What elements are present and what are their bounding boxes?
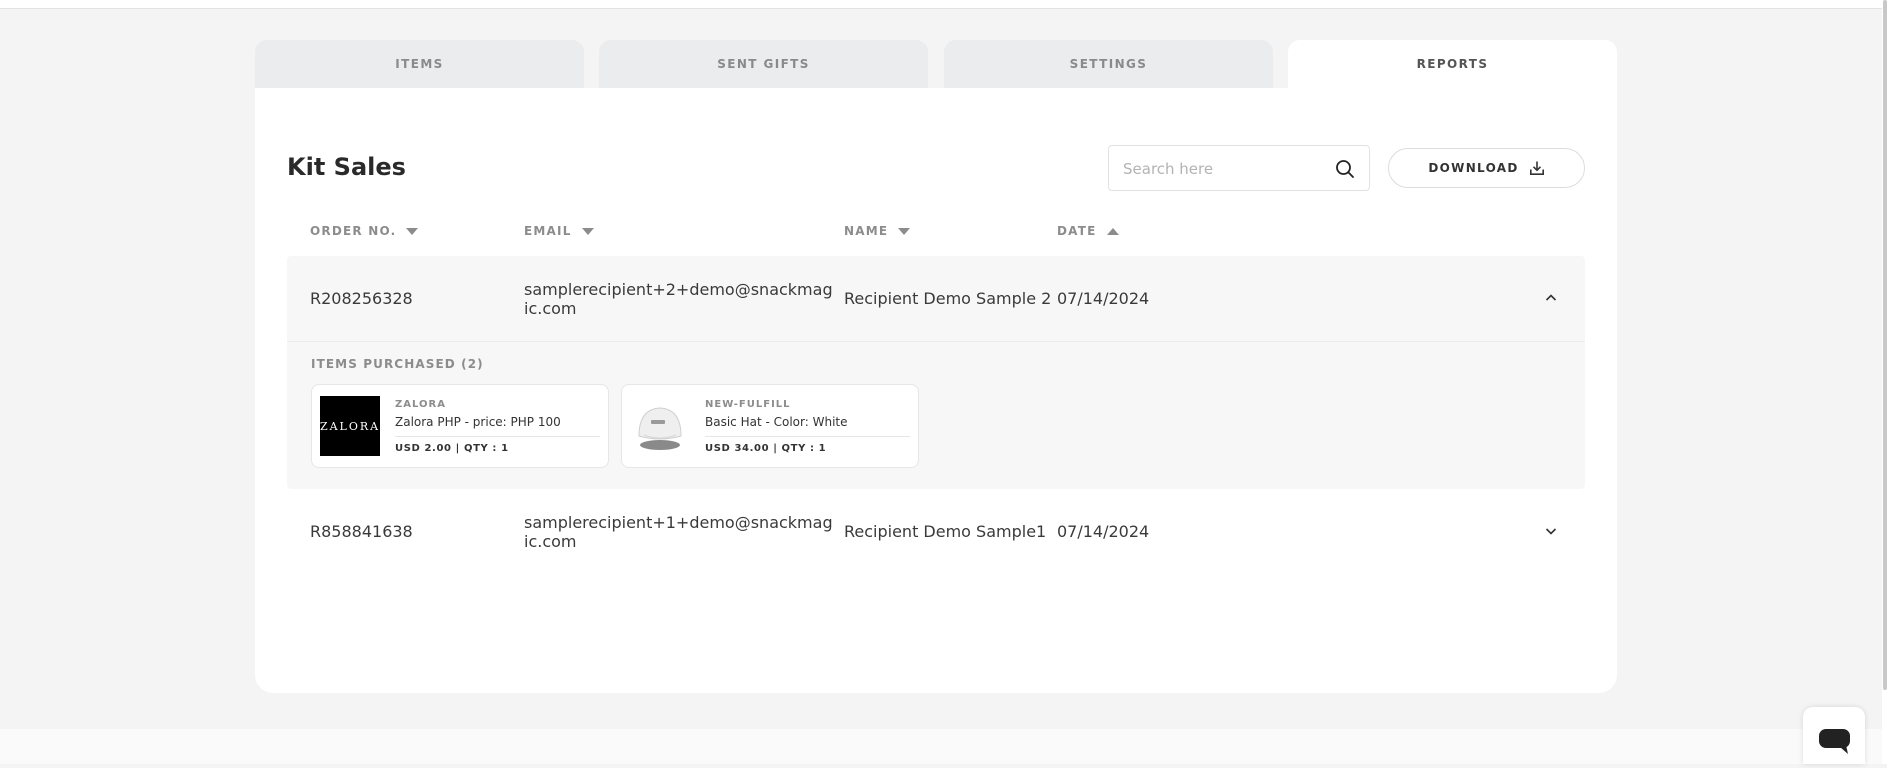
- items-purchased-label: ITEMS PURCHASED (2): [311, 357, 484, 371]
- sort-down-icon: [581, 227, 594, 235]
- chevron-down-icon[interactable]: [1544, 524, 1558, 538]
- item-image: [630, 396, 690, 456]
- row-divider: [287, 341, 1585, 342]
- order-number: R858841638: [310, 522, 413, 541]
- download-button[interactable]: DOWNLOAD: [1388, 148, 1585, 188]
- item-divider: [705, 436, 910, 437]
- tab-settings[interactable]: SETTINGS: [944, 40, 1273, 88]
- sort-down-icon: [406, 227, 419, 235]
- item-divider: [395, 436, 600, 437]
- item-brand: ZALORA: [395, 399, 446, 410]
- item-price-qty: USD 34.00 | QTY : 1: [705, 443, 827, 454]
- sort-down-icon: [898, 227, 911, 235]
- table-row[interactable]: R208256328 samplerecipient+2+demo@snackm…: [287, 256, 1585, 489]
- column-label: DATE: [1057, 224, 1097, 238]
- hat-image: [638, 407, 682, 450]
- column-header-email[interactable]: EMAIL: [524, 224, 594, 238]
- column-header-date[interactable]: DATE: [1057, 224, 1119, 238]
- column-label: EMAIL: [524, 224, 572, 238]
- reports-panel: Kit Sales DOWNLOAD ORDER NO. EMAIL NAME …: [255, 88, 1617, 693]
- column-header-order-no[interactable]: ORDER NO.: [310, 224, 419, 238]
- chat-button[interactable]: [1803, 707, 1865, 764]
- order-email: samplerecipient+2+demo@snackmagic.com: [524, 280, 833, 318]
- chevron-up-icon[interactable]: [1544, 291, 1558, 305]
- search-input[interactable]: [1121, 159, 1325, 179]
- sort-up-icon: [1106, 227, 1119, 235]
- item-image: ZALORA: [320, 396, 380, 456]
- column-label: NAME: [844, 224, 889, 238]
- zalora-logo: ZALORA: [319, 419, 381, 433]
- tab-items[interactable]: ITEMS: [255, 40, 584, 88]
- item-card[interactable]: NEW-FULFILL Basic Hat - Color: White USD…: [621, 384, 919, 468]
- download-icon: [1529, 161, 1544, 175]
- tab-reports[interactable]: REPORTS: [1288, 40, 1617, 88]
- order-email: samplerecipient+1+demo@snackmagic.com: [524, 513, 833, 551]
- recipient-name: Recipient Demo Sample1: [844, 522, 1047, 541]
- download-label: DOWNLOAD: [1428, 161, 1519, 175]
- top-bar: [0, 0, 1887, 9]
- recipient-name: Recipient Demo Sample 2: [844, 289, 1052, 308]
- page-title: Kit Sales: [287, 153, 406, 181]
- item-brand: NEW-FULFILL: [705, 399, 791, 410]
- column-header-name[interactable]: NAME: [844, 224, 911, 238]
- footer-band: [0, 729, 1887, 764]
- order-date: 07/14/2024: [1057, 289, 1150, 308]
- item-price-qty: USD 2.00 | QTY : 1: [395, 443, 509, 454]
- tab-bar: ITEMS SENT GIFTS SETTINGS REPORTS: [255, 40, 1617, 88]
- item-name: Zalora PHP - price: PHP 100: [395, 415, 561, 429]
- order-number: R208256328: [310, 289, 413, 308]
- order-date: 07/14/2024: [1057, 522, 1150, 541]
- item-card[interactable]: ZALORA ZALORA Zalora PHP - price: PHP 10…: [311, 384, 609, 468]
- item-name: Basic Hat - Color: White: [705, 415, 848, 429]
- search-icon[interactable]: [1335, 159, 1355, 179]
- chat-icon: [1819, 729, 1850, 754]
- search-box: [1108, 145, 1370, 191]
- table-row[interactable]: R858841638 samplerecipient+1+demo@snackm…: [287, 490, 1585, 578]
- scrollbar-thumb[interactable]: [1883, 0, 1887, 690]
- column-label: ORDER NO.: [310, 224, 397, 238]
- tab-sent-gifts[interactable]: SENT GIFTS: [599, 40, 928, 88]
